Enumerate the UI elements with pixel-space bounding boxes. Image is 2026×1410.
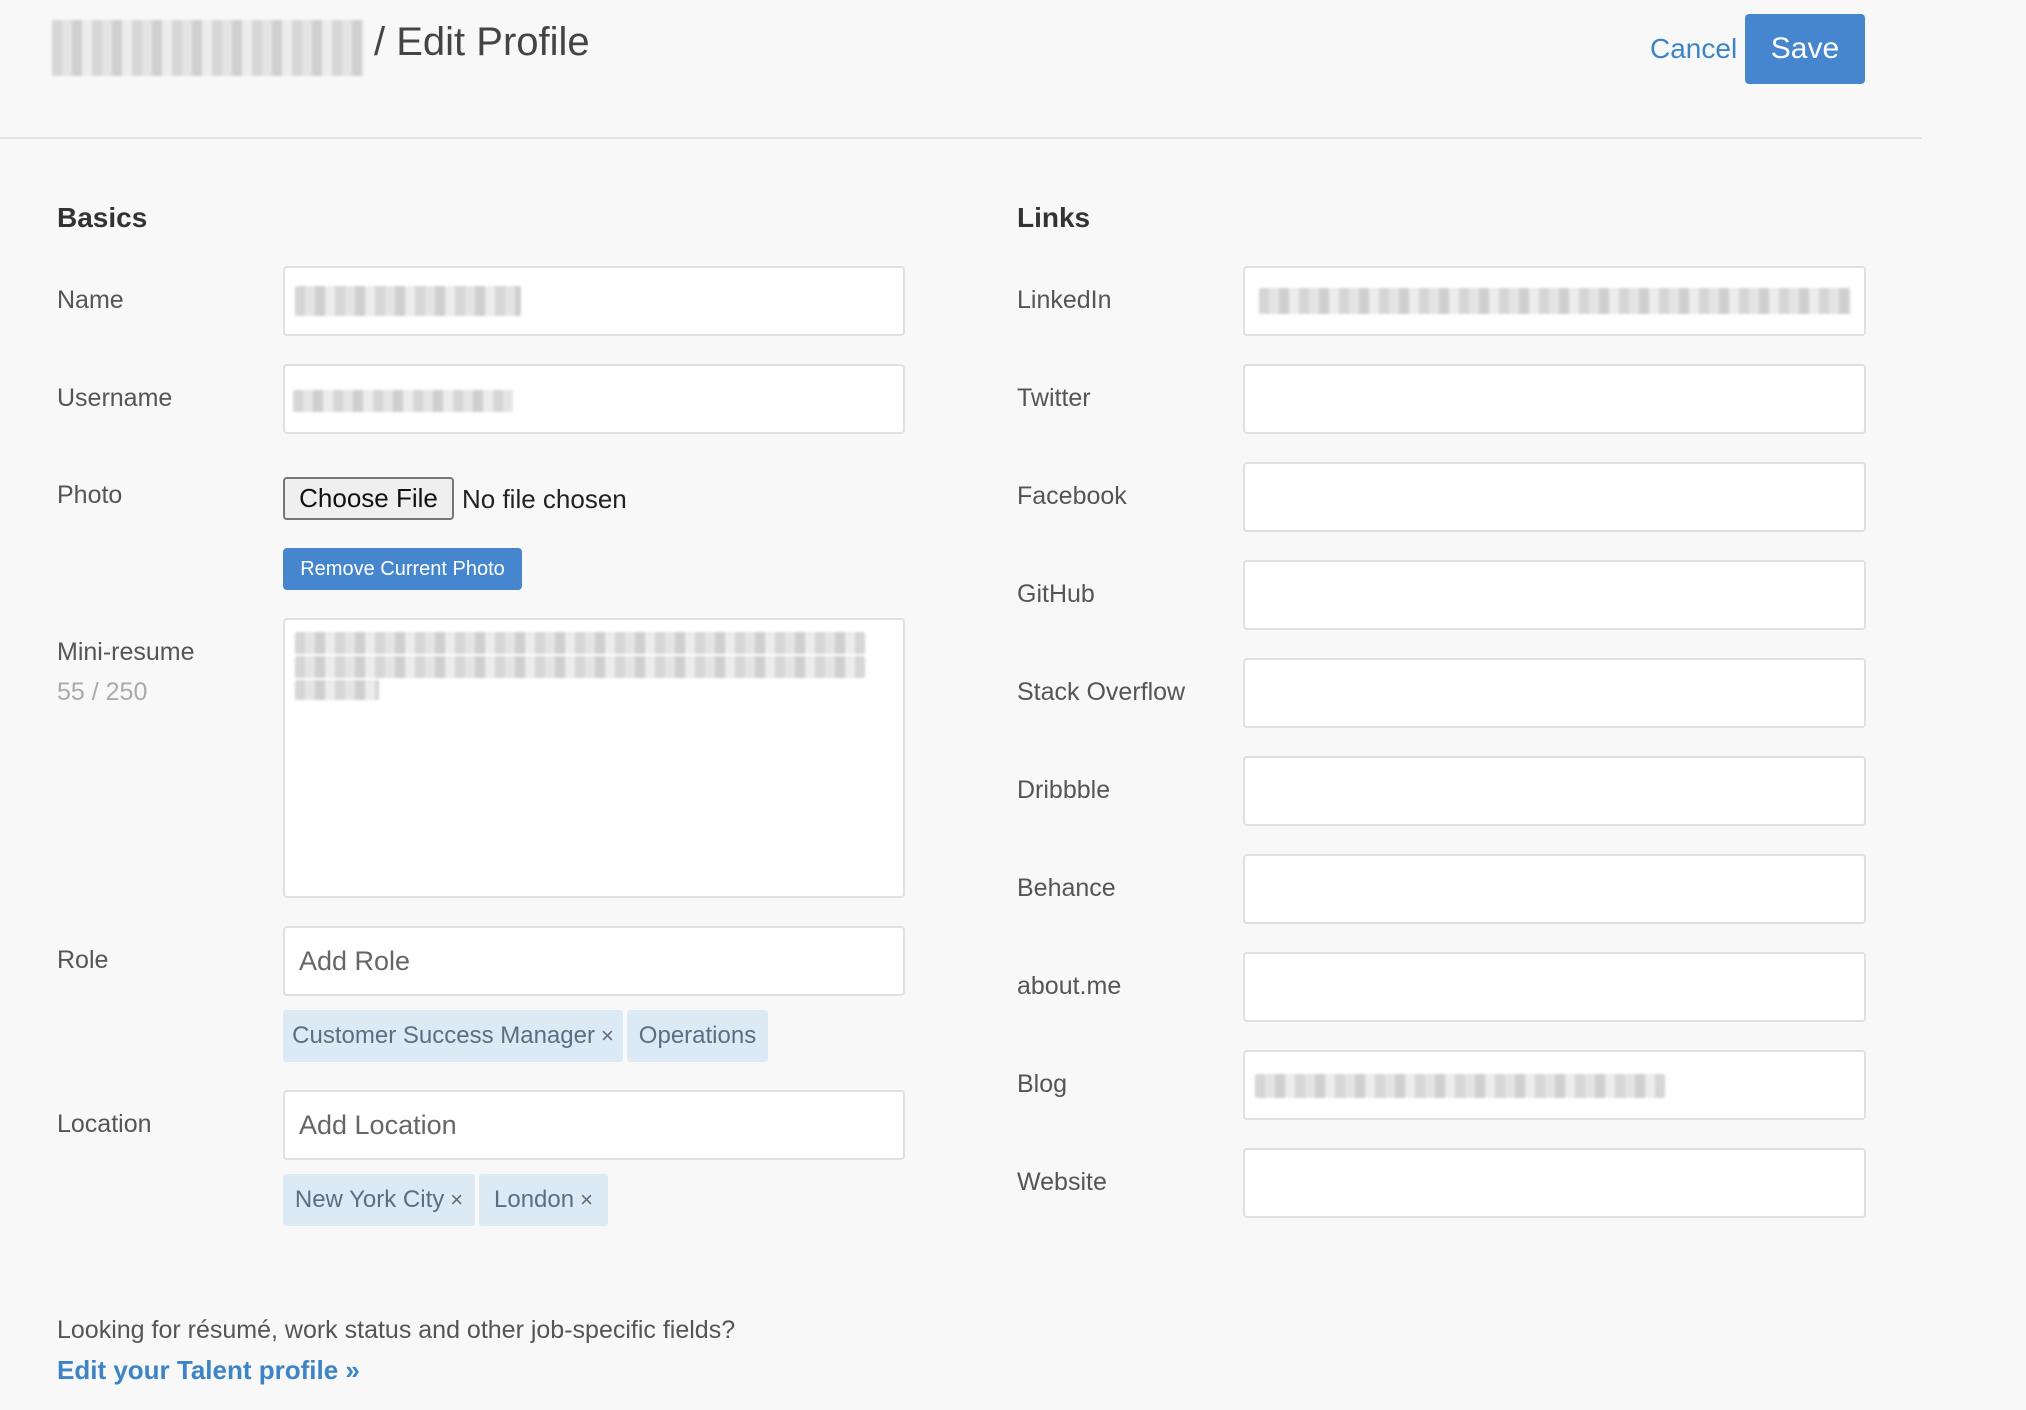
behance-label: Behance [1017,874,1116,902]
mini-resume-label: Mini-resume [57,638,195,666]
location-input[interactable] [283,1090,905,1160]
cancel-link[interactable]: Cancel [1650,33,1737,65]
mini-resume-text-redacted-line2 [295,656,865,678]
github-input[interactable] [1243,560,1866,630]
header-divider [0,137,1922,139]
twitter-label: Twitter [1017,384,1091,412]
linkedin-input[interactable] [1243,266,1866,336]
mini-resume-text-redacted-line3 [295,680,379,700]
role-input[interactable] [283,926,905,996]
edit-talent-profile-link[interactable]: Edit your Talent profile » [57,1355,360,1386]
page-title: / Edit Profile [374,20,590,64]
role-tag-operations[interactable]: Operations [627,1010,768,1062]
name-input[interactable] [283,266,905,336]
remove-tag-icon[interactable]: × [580,1187,593,1213]
job-fields-question: Looking for résumé, work status and othe… [57,1316,736,1344]
twitter-input[interactable] [1243,364,1866,434]
website-input[interactable] [1243,1148,1866,1218]
company-name-redacted [52,20,364,76]
location-label: Location [57,1110,152,1138]
links-section-title: Links [1017,202,1091,233]
aboutme-label: about.me [1017,972,1122,1000]
username-label: Username [57,384,173,412]
blog-input[interactable] [1243,1050,1866,1120]
role-tag-label: Operations [638,1022,757,1049]
location-tag-label: London [494,1186,575,1213]
dribbble-input[interactable] [1243,756,1866,826]
mini-resume-textarea[interactable] [283,618,905,898]
behance-input[interactable] [1243,854,1866,924]
remove-tag-icon[interactable]: × [450,1187,463,1213]
mini-resume-counter: 55 / 250 [57,678,148,706]
username-value-redacted [293,390,513,412]
choose-file-button[interactable]: Choose File [283,477,454,520]
remove-photo-button[interactable]: Remove Current Photo [283,548,522,590]
name-label: Name [57,286,124,314]
linkedin-label: LinkedIn [1017,286,1112,314]
location-tag-new-york[interactable]: New York City × [283,1174,475,1226]
linkedin-value-redacted [1259,288,1851,314]
role-label: Role [57,946,109,974]
location-tag-london[interactable]: London × [479,1174,608,1226]
username-input[interactable] [283,364,905,434]
location-tag-label: New York City [294,1186,445,1213]
stack-overflow-label: Stack Overflow [1017,678,1186,706]
github-label: GitHub [1017,580,1095,608]
remove-tag-icon[interactable]: × [601,1023,614,1049]
photo-label: Photo [57,481,123,509]
aboutme-input[interactable] [1243,952,1866,1022]
stack-overflow-input[interactable] [1243,658,1866,728]
dribbble-label: Dribbble [1017,776,1111,804]
blog-label: Blog [1017,1070,1068,1098]
facebook-label: Facebook [1017,482,1127,510]
role-tag-customer-success[interactable]: Customer Success Manager × [283,1010,623,1062]
no-file-chosen-text: No file chosen [462,484,627,514]
website-label: Website [1017,1168,1107,1196]
basics-section-title: Basics [57,202,148,233]
role-tag-label: Customer Success Manager [292,1022,595,1049]
facebook-input[interactable] [1243,462,1866,532]
blog-value-redacted [1255,1074,1665,1098]
name-value-redacted [295,286,521,316]
save-button[interactable]: Save [1745,14,1865,84]
mini-resume-text-redacted-line1 [295,632,865,654]
